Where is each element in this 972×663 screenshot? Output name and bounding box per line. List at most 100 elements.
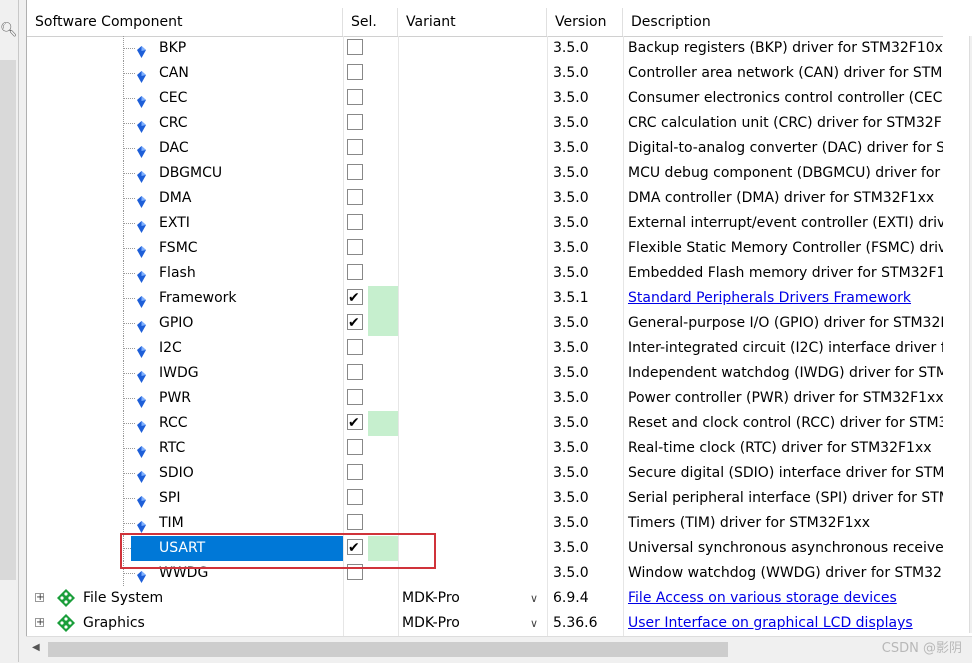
- select-cell[interactable]: [343, 486, 398, 511]
- component-row-framework[interactable]: Framework ✔ 3.5.1 Standard Peripherals Driv…: [27, 286, 943, 311]
- select-cell[interactable]: [343, 61, 398, 86]
- component-name[interactable]: USART: [131, 536, 343, 561]
- expand-plus-icon[interactable]: +: [35, 593, 44, 603]
- component-name[interactable]: CRC: [131, 111, 194, 136]
- select-checkbox[interactable]: [347, 89, 363, 105]
- component-row-iwdg[interactable]: IWDG 3.5.0 Independent watchdog (IWDG) dri…: [27, 361, 943, 386]
- group-name[interactable]: Graphics: [83, 611, 145, 636]
- select-cell[interactable]: [343, 111, 398, 136]
- select-checkbox[interactable]: [347, 214, 363, 230]
- select-checkbox[interactable]: [347, 464, 363, 480]
- select-checkbox[interactable]: [347, 64, 363, 80]
- component-name[interactable]: IWDG: [131, 361, 205, 386]
- select-checkbox[interactable]: ✔: [347, 289, 363, 306]
- select-checkbox[interactable]: [347, 264, 363, 280]
- scroll-left-icon[interactable]: ◀: [32, 642, 40, 653]
- component-row-spi[interactable]: SPI 3.5.0 Serial peripheral interface (SPI…: [27, 486, 943, 511]
- select-checkbox[interactable]: [347, 564, 363, 580]
- header-description[interactable]: Description: [623, 8, 943, 36]
- header-variant[interactable]: Variant: [398, 8, 547, 36]
- select-checkbox[interactable]: [347, 489, 363, 505]
- select-cell[interactable]: ✔: [343, 411, 398, 436]
- component-name[interactable]: RTC: [131, 436, 191, 461]
- header-version[interactable]: Version: [547, 8, 623, 36]
- component-row-dac[interactable]: DAC 3.5.0 Digital-to-analog converter (DAC…: [27, 136, 943, 161]
- component-name[interactable]: CEC: [131, 86, 193, 111]
- variant-dropdown[interactable]: MDK-Pro ∨: [398, 586, 547, 611]
- select-cell[interactable]: [343, 211, 398, 236]
- select-checkbox[interactable]: [347, 364, 363, 380]
- component-name[interactable]: I2C: [131, 336, 188, 361]
- component-name[interactable]: CAN: [131, 61, 195, 86]
- component-row-wwdg[interactable]: WWDG 3.5.0 Window watchdog (WWDG) driver f…: [27, 561, 943, 586]
- select-checkbox[interactable]: [347, 139, 363, 155]
- description-link[interactable]: User Interface on graphical LCD displays: [628, 615, 913, 631]
- select-checkbox[interactable]: [347, 114, 363, 130]
- description-link[interactable]: Standard Peripherals Drivers Framework: [628, 290, 911, 306]
- select-cell[interactable]: [343, 511, 398, 536]
- select-checkbox[interactable]: [347, 389, 363, 405]
- component-name[interactable]: FSMC: [131, 236, 204, 261]
- component-row-sdio[interactable]: SDIO 3.5.0 Secure digital (SDIO) interface…: [27, 461, 943, 486]
- component-name[interactable]: DBGMCU: [131, 161, 228, 186]
- component-name[interactable]: GPIO: [131, 311, 199, 336]
- component-name[interactable]: EXTI: [131, 211, 196, 236]
- component-row-fsmc[interactable]: FSMC 3.5.0 Flexible Static Memory Controll…: [27, 236, 943, 261]
- select-cell[interactable]: [343, 36, 398, 61]
- component-name[interactable]: SDIO: [131, 461, 200, 486]
- group-row-graphics[interactable]: + Graphics MDK-Pro ∨ 5.36.6 User Interface on…: [27, 611, 943, 636]
- select-cell[interactable]: [343, 261, 398, 286]
- select-cell[interactable]: [343, 336, 398, 361]
- select-checkbox[interactable]: [347, 39, 363, 55]
- group-name[interactable]: File System: [83, 586, 163, 611]
- component-row-rtc[interactable]: RTC 3.5.0 Real-time clock (RTC) driver for…: [27, 436, 943, 461]
- select-cell[interactable]: [343, 236, 398, 261]
- component-row-dbgmcu[interactable]: DBGMCU 3.5.0 MCU debug component (DBGMCU) …: [27, 161, 943, 186]
- component-row-usart[interactable]: USART ✔ 3.5.0 Universal synchronous asynchr…: [27, 536, 943, 561]
- select-checkbox[interactable]: [347, 164, 363, 180]
- chevron-down-icon[interactable]: ∨: [525, 586, 543, 611]
- expand-plus-icon[interactable]: +: [35, 618, 44, 628]
- component-name[interactable]: DAC: [131, 136, 195, 161]
- select-cell[interactable]: [343, 561, 398, 586]
- component-row-crc[interactable]: CRC 3.5.0 CRC calculation unit (CRC) drive…: [27, 111, 943, 136]
- component-name[interactable]: DMA: [131, 186, 197, 211]
- component-name[interactable]: Framework: [131, 286, 243, 311]
- component-name[interactable]: BKP: [131, 36, 192, 61]
- component-name[interactable]: SPI: [131, 486, 186, 511]
- component-name[interactable]: WWDG: [131, 561, 214, 586]
- component-row-dma[interactable]: DMA 3.5.0 DMA controller (DMA) driver for …: [27, 186, 943, 211]
- component-row-gpio[interactable]: GPIO ✔ 3.5.0 General-purpose I/O (GPIO) dri…: [27, 311, 943, 336]
- select-checkbox[interactable]: [347, 439, 363, 455]
- component-name[interactable]: PWR: [131, 386, 197, 411]
- select-cell[interactable]: [343, 186, 398, 211]
- select-cell[interactable]: [343, 361, 398, 386]
- component-name[interactable]: TIM: [131, 511, 190, 536]
- horizontal-scroll-thumb[interactable]: [48, 642, 728, 657]
- component-row-i2c[interactable]: I2C 3.5.0 Inter-integrated circuit (I2C) i…: [27, 336, 943, 361]
- horizontal-scrollbar[interactable]: ◀: [26, 636, 972, 663]
- component-row-can[interactable]: CAN 3.5.0 Controller area network (CAN) dr…: [27, 61, 943, 86]
- chevron-down-icon[interactable]: ∨: [525, 611, 543, 636]
- select-checkbox[interactable]: ✔: [347, 414, 363, 431]
- group-row-file-system[interactable]: + File System MDK-Pro ∨ 6.9.4 File Access on …: [27, 586, 943, 611]
- select-checkbox[interactable]: [347, 239, 363, 255]
- description-link[interactable]: File Access on various storage devices: [628, 590, 897, 606]
- select-cell[interactable]: [343, 386, 398, 411]
- component-row-tim[interactable]: TIM 3.5.0 Timers (TIM) driver for STM32F1x…: [27, 511, 943, 536]
- select-checkbox[interactable]: ✔: [347, 539, 363, 556]
- component-name[interactable]: Flash: [131, 261, 202, 286]
- component-row-cec[interactable]: CEC 3.5.0 Consumer electronics control con…: [27, 86, 943, 111]
- select-checkbox[interactable]: ✔: [347, 314, 363, 331]
- select-checkbox[interactable]: [347, 514, 363, 530]
- select-checkbox[interactable]: [347, 189, 363, 205]
- select-cell[interactable]: [343, 461, 398, 486]
- component-row-bkp[interactable]: BKP 3.5.0 Backup registers (BKP) driver fo…: [27, 36, 943, 61]
- component-name[interactable]: RCC: [131, 411, 194, 436]
- select-cell[interactable]: [343, 161, 398, 186]
- select-cell[interactable]: ✔: [343, 536, 398, 561]
- select-cell[interactable]: [343, 86, 398, 111]
- component-row-exti[interactable]: EXTI 3.5.0 External interrupt/event contro…: [27, 211, 943, 236]
- search-icon[interactable]: 🔍︎: [0, 22, 18, 40]
- component-row-flash[interactable]: Flash 3.5.0 Embedded Flash memory driver f…: [27, 261, 943, 286]
